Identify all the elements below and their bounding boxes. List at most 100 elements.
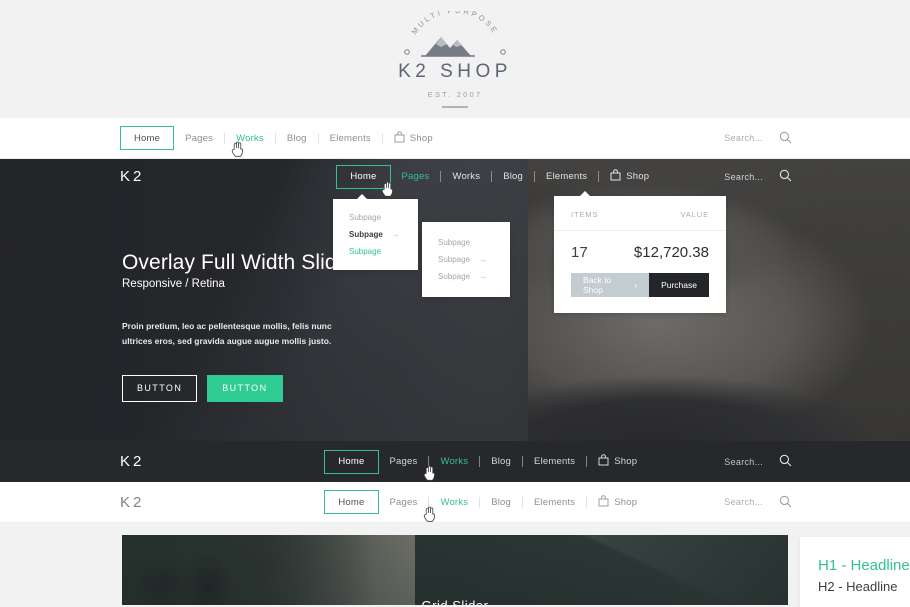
cursor-pointer-hero-nav <box>381 181 394 198</box>
nav-top-item-blog[interactable]: Blog <box>276 125 318 151</box>
logo-title: K2 SHOP <box>398 60 512 82</box>
shopping-bag-icon <box>598 454 609 469</box>
nav-hero-item-pages[interactable]: Pages <box>391 164 441 190</box>
hero-paragraph: Proin pretium, leo ac pellentesque molli… <box>122 321 332 346</box>
nav-separator <box>479 496 481 508</box>
cursor-pointer-top-nav <box>231 141 244 158</box>
dropdown-item-label: Subpage <box>438 238 471 247</box>
nav-dark-item-home[interactable]: Home <box>324 449 379 474</box>
nav-separator <box>440 171 442 182</box>
dropdown-pages-item-3[interactable]: Subpage <box>333 243 418 260</box>
dropdown-caret <box>580 191 590 196</box>
nav-top-item-elements[interactable]: Elements <box>319 125 382 151</box>
nav-dark-item-works[interactable]: Works <box>429 449 479 475</box>
nav-separator <box>317 132 319 144</box>
nav-hero-item-works[interactable]: Works <box>441 164 491 190</box>
arrow-right-icon: → <box>479 272 488 281</box>
dropdown-item-label: Subpage <box>349 247 382 256</box>
shopping-bag-icon <box>598 494 609 510</box>
nav-dark-search-placeholder[interactable]: Search... <box>724 457 763 467</box>
arrow-right-icon: → <box>391 230 400 239</box>
nav-separator <box>224 132 226 144</box>
nav-separator <box>586 456 588 467</box>
grid-slider-photo[interactable]: Grid Slider <box>122 535 788 605</box>
headline-h2-sample: H2 - Headline <box>818 579 898 594</box>
grid-slider-caption: Grid Slider <box>122 598 788 605</box>
nav-white-item-home[interactable]: Home <box>324 490 379 514</box>
cursor-pointer-dark-nav <box>423 465 436 482</box>
hero-primary-button[interactable]: BUTTON <box>207 374 283 402</box>
dropdown-item-label: Subpage <box>349 230 383 239</box>
search-icon[interactable] <box>779 495 792 510</box>
nav-separator <box>381 132 383 144</box>
cart-dropdown[interactable]: ITEMS VALUE 17 $12,720.38 Back to Shop ›… <box>554 191 726 313</box>
hero-copy: Overlay Full Width Slider Responsive / R… <box>122 251 356 402</box>
navbar-hero: K2 Home Pages Works Blog Elements Shop S… <box>0 159 910 194</box>
purchase-button[interactable]: Purchase <box>649 273 709 297</box>
hero-outline-button[interactable]: BUTTON <box>122 374 198 402</box>
dropdown-pages-menu[interactable]: Subpage Subpage → Subpage <box>333 194 418 270</box>
nav-hero-item-blog[interactable]: Blog <box>492 164 534 190</box>
search-icon[interactable] <box>779 131 792 146</box>
nav-white-links: Home Pages Works Blog Elements Shop <box>324 482 648 522</box>
dropdown-caret <box>357 194 367 199</box>
nav-white-item-works[interactable]: Works <box>429 489 479 515</box>
nav-dark-shop-label: Shop <box>614 456 638 467</box>
nav-dark-item-blog[interactable]: Blog <box>480 449 522 475</box>
nav-white-search-placeholder[interactable]: Search... <box>724 497 763 507</box>
dropdown-item-label: Subpage <box>438 272 471 281</box>
search-icon[interactable] <box>779 169 792 184</box>
nav-top-shop-label: Shop <box>409 132 433 144</box>
nav-hero-brand[interactable]: K2 <box>120 168 144 185</box>
back-to-shop-label: Back to Shop <box>583 275 612 295</box>
hero-subheadline: Responsive / Retina <box>122 278 225 290</box>
hero-slider: K2 Home Pages Works Blog Elements Shop S… <box>0 159 910 441</box>
page-root: MULTI PURPOSE K2 SHOP EST. 2007 Home Pag… <box>0 0 910 607</box>
hero-buttons: BUTTON BUTTON <box>122 374 356 402</box>
nav-separator <box>479 456 481 467</box>
nav-hero-item-elements[interactable]: Elements <box>535 164 598 190</box>
logo-block[interactable]: MULTI PURPOSE K2 SHOP EST. 2007 <box>375 11 535 108</box>
dropdown-pages-item-2[interactable]: Subpage → <box>333 226 418 243</box>
bottom-section: Grid Slider <box>0 523 910 605</box>
nav-dark-item-elements[interactable]: Elements <box>523 449 586 475</box>
arrow-right-icon: → <box>479 255 488 264</box>
nav-top-item-home[interactable]: Home <box>120 126 175 150</box>
nav-white-item-shop[interactable]: Shop <box>587 489 648 515</box>
nav-white-item-pages[interactable]: Pages <box>379 489 429 515</box>
nav-dark-search[interactable]: Search... <box>724 454 792 469</box>
logo-established: EST. 2007 <box>427 89 483 99</box>
cart-items-label: ITEMS <box>571 210 599 219</box>
dropdown-sub-item-2[interactable]: Subpage → <box>422 251 510 268</box>
nav-top-item-pages[interactable]: Pages <box>174 125 224 151</box>
nav-white-item-blog[interactable]: Blog <box>480 489 522 515</box>
dropdown-item-label: Subpage <box>349 213 382 222</box>
nav-dark-brand[interactable]: K2 <box>120 453 144 470</box>
dropdown-submenu[interactable]: Subpage Subpage → Subpage → <box>422 222 510 297</box>
nav-white-brand[interactable]: K2 <box>120 494 144 511</box>
nav-separator <box>586 496 588 508</box>
nav-dark-item-pages[interactable]: Pages <box>379 449 429 475</box>
nav-top-search[interactable]: Search... <box>724 131 792 146</box>
nav-top-item-shop[interactable]: Shop <box>383 125 444 151</box>
cart-values-row: 17 $12,720.38 <box>554 231 726 273</box>
cart-header-row: ITEMS VALUE <box>554 196 726 231</box>
nav-separator <box>491 171 493 182</box>
nav-white-search[interactable]: Search... <box>724 495 792 510</box>
nav-separator <box>274 132 276 144</box>
nav-separator <box>522 456 524 467</box>
nav-hero-search-placeholder[interactable]: Search... <box>724 172 763 182</box>
back-to-shop-button[interactable]: Back to Shop › <box>571 273 650 297</box>
nav-white-item-elements[interactable]: Elements <box>523 489 586 515</box>
nav-hero-item-shop[interactable]: Shop <box>599 164 660 190</box>
dropdown-sub-item-1[interactable]: Subpage <box>422 234 510 251</box>
dropdown-pages-item-1[interactable]: Subpage <box>333 209 418 226</box>
nav-top-search-placeholder[interactable]: Search... <box>724 133 763 143</box>
svg-text:MULTI PURPOSE: MULTI PURPOSE <box>410 11 501 36</box>
search-icon[interactable] <box>779 454 792 469</box>
dropdown-sub-item-3[interactable]: Subpage → <box>422 268 510 285</box>
logo-divider <box>442 105 468 108</box>
nav-hero-search[interactable]: Search... <box>724 169 792 184</box>
nav-separator <box>522 496 524 508</box>
nav-dark-item-shop[interactable]: Shop <box>587 449 648 475</box>
